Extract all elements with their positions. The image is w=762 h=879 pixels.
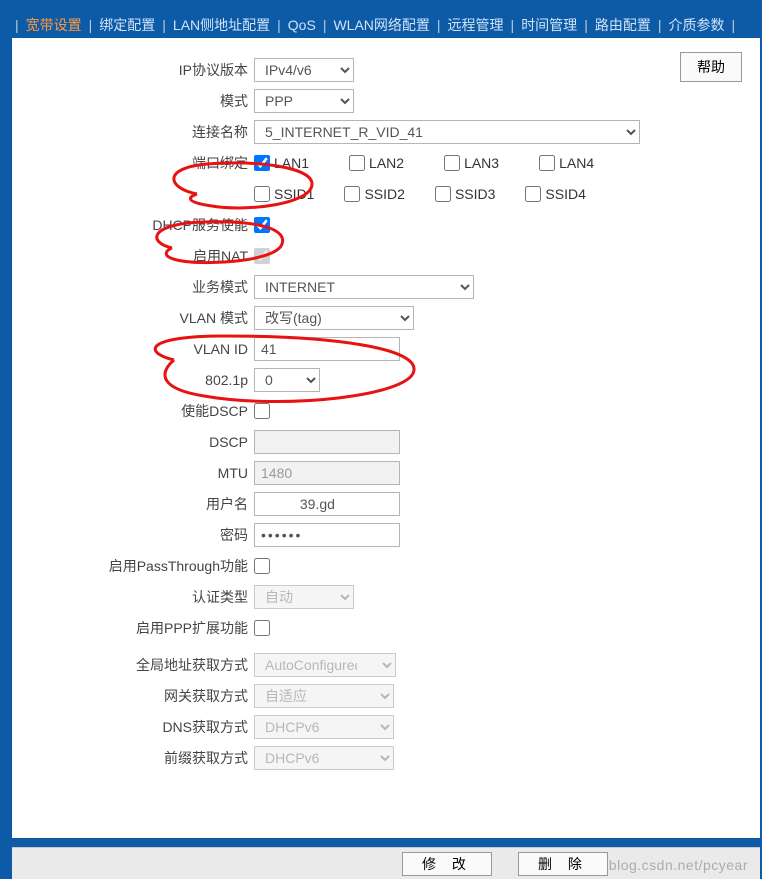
dhcp-enable-checkbox[interactable] xyxy=(254,217,270,233)
lan1-checkbox[interactable]: LAN1 xyxy=(254,155,309,171)
tab-time[interactable]: 时间管理 xyxy=(519,12,579,38)
tab-wlan[interactable]: WLAN网络配置 xyxy=(331,12,431,38)
select-gateway-mode: 自适应 xyxy=(254,684,394,708)
lan3-checkbox[interactable]: LAN3 xyxy=(444,155,499,171)
select-connection[interactable]: 5_INTERNET_R_VID_41 xyxy=(254,120,640,144)
mtu-input xyxy=(254,461,400,485)
tab-qos[interactable]: QoS xyxy=(286,14,318,36)
label-ip-version: IP协议版本 xyxy=(22,60,254,80)
select-8021p[interactable]: 0 xyxy=(254,368,320,392)
select-dns-mode: DHCPv6 xyxy=(254,715,394,739)
ssid2-checkbox[interactable]: SSID2 xyxy=(344,186,404,202)
delete-button[interactable]: 删 除 xyxy=(518,852,608,876)
modify-button[interactable]: 修 改 xyxy=(402,852,492,876)
ssid1-checkbox[interactable]: SSID1 xyxy=(254,186,314,202)
label-global-addr: 全局地址获取方式 xyxy=(22,655,254,675)
password-input[interactable] xyxy=(254,523,400,547)
select-service-mode[interactable]: INTERNET xyxy=(254,275,474,299)
label-gateway-mode: 网关获取方式 xyxy=(22,686,254,706)
label-mtu: MTU xyxy=(22,465,254,481)
select-ip-version[interactable]: IPv4/v6 xyxy=(254,58,354,82)
label-vlan-id: VLAN ID xyxy=(22,341,254,357)
dscp-input xyxy=(254,430,400,454)
label-dns-mode: DNS获取方式 xyxy=(22,717,254,737)
select-global-addr: AutoConfigured( xyxy=(254,653,396,677)
tab-binding[interactable]: 绑定配置 xyxy=(97,12,157,38)
vlan-id-input[interactable] xyxy=(254,337,400,361)
ppp-ext-checkbox[interactable] xyxy=(254,620,270,636)
label-ppp-ext: 启用PPP扩展功能 xyxy=(22,618,254,638)
label-8021p: 802.1p xyxy=(22,372,254,388)
label-username: 用户名 xyxy=(22,494,254,514)
select-vlan-mode[interactable]: 改写(tag) xyxy=(254,306,414,330)
ssid3-checkbox[interactable]: SSID3 xyxy=(435,186,495,202)
dscp-enable-checkbox[interactable] xyxy=(254,403,270,419)
content-panel: 帮助 IP协议版本 IPv4/v6 模式 PPP 连接名称 5_INTERNET… xyxy=(12,38,760,838)
label-passthrough: 启用PassThrough功能 xyxy=(22,556,254,576)
label-prefix-mode: 前缀获取方式 xyxy=(22,748,254,768)
label-vlan-mode: VLAN 模式 xyxy=(22,308,254,328)
nat-checkbox xyxy=(254,248,270,264)
label-auth: 认证类型 xyxy=(22,587,254,607)
tab-broadband[interactable]: 宽带设置 xyxy=(24,12,84,38)
tab-media[interactable]: 介质参数 xyxy=(666,12,726,38)
label-dscp-enable: 使能DSCP xyxy=(22,401,254,421)
ssid4-checkbox[interactable]: SSID4 xyxy=(525,186,585,202)
label-connection: 连接名称 xyxy=(22,122,254,142)
label-service-mode: 业务模式 xyxy=(22,277,254,297)
lan2-checkbox[interactable]: LAN2 xyxy=(349,155,404,171)
tab-remote[interactable]: 远程管理 xyxy=(446,12,506,38)
label-mode: 模式 xyxy=(22,91,254,111)
label-dscp: DSCP xyxy=(22,434,254,450)
tab-lan-config[interactable]: LAN侧地址配置 xyxy=(171,12,272,38)
label-nat: 启用NAT xyxy=(22,246,254,266)
label-dhcp-enable: DHCP服务使能 xyxy=(22,215,254,235)
footer-bar: 修 改 删 除 xyxy=(12,847,760,879)
lan4-checkbox[interactable]: LAN4 xyxy=(539,155,594,171)
top-nav: | 宽带设置 | 绑定配置 | LAN侧地址配置 | QoS | WLAN网络配… xyxy=(0,0,762,38)
label-password: 密码 xyxy=(22,525,254,545)
passthrough-checkbox[interactable] xyxy=(254,558,270,574)
label-port-bind: 端口绑定 xyxy=(22,153,254,173)
select-auth: 自动 xyxy=(254,585,354,609)
help-button[interactable]: 帮助 xyxy=(680,52,742,82)
select-mode[interactable]: PPP xyxy=(254,89,354,113)
tab-route[interactable]: 路由配置 xyxy=(593,12,653,38)
select-prefix-mode: DHCPv6 xyxy=(254,746,394,770)
username-input[interactable] xyxy=(254,492,400,516)
nav-pipe: | xyxy=(10,17,24,33)
